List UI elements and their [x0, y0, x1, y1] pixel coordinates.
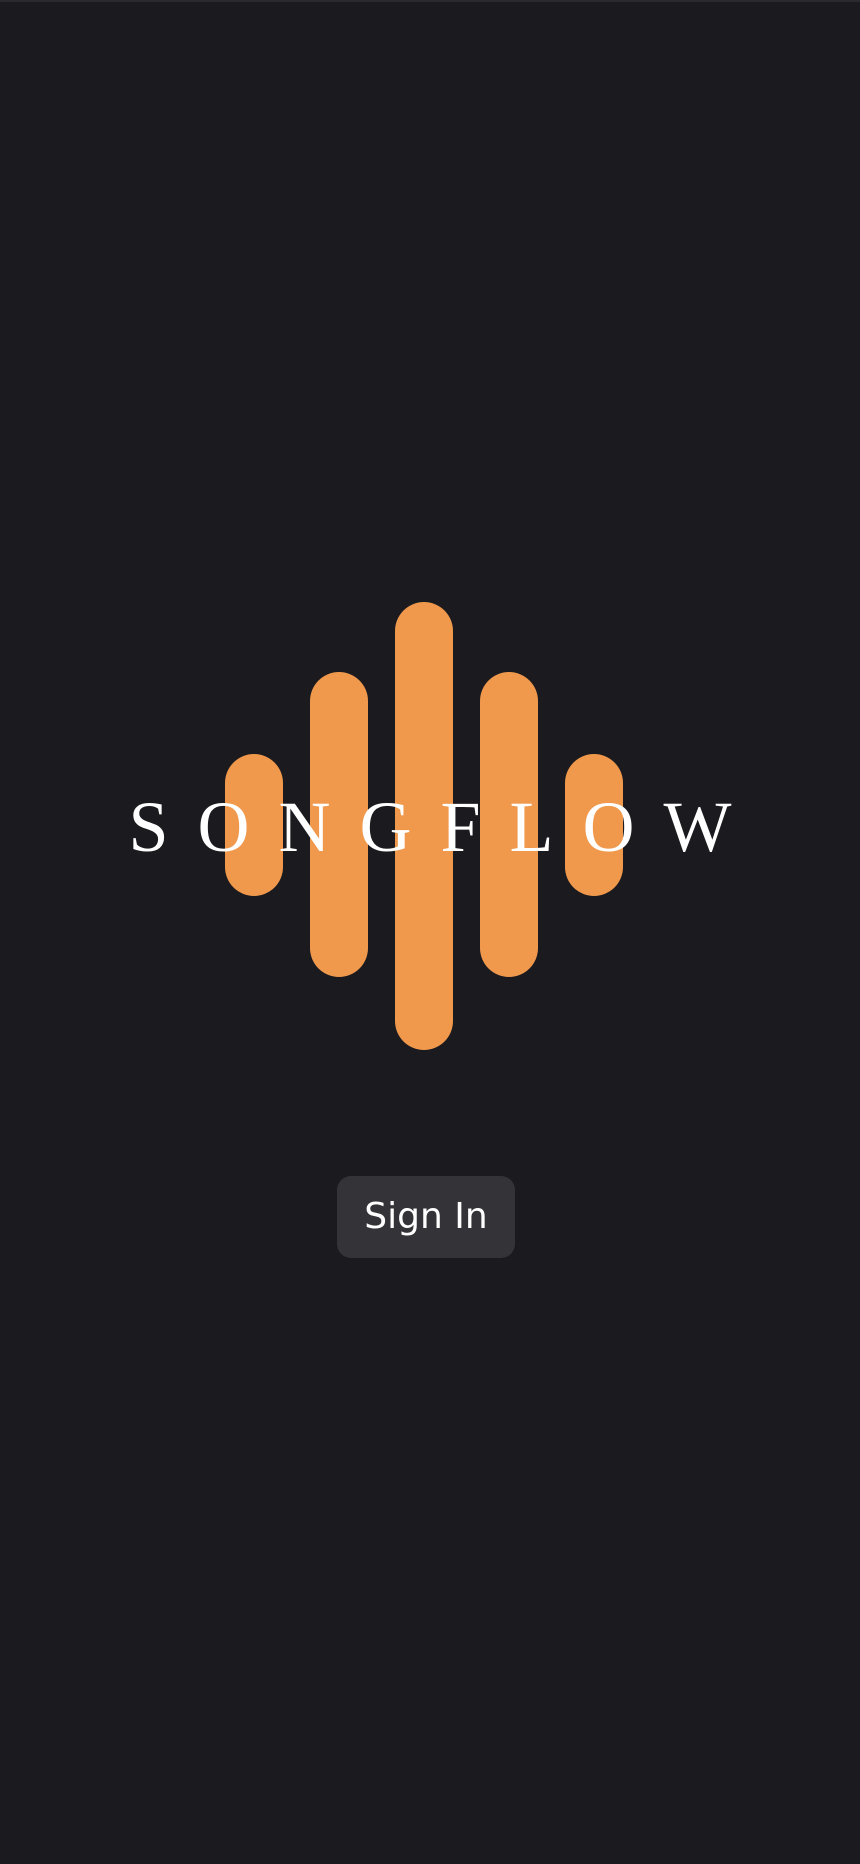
app-wordmark: SONGFLOW [128, 787, 761, 867]
splash-screen: SONGFLOW Sign In [0, 0, 860, 1864]
top-divider [0, 0, 860, 2]
sign-in-button[interactable]: Sign In [337, 1176, 515, 1258]
songflow-logo: SONGFLOW [0, 600, 860, 1050]
